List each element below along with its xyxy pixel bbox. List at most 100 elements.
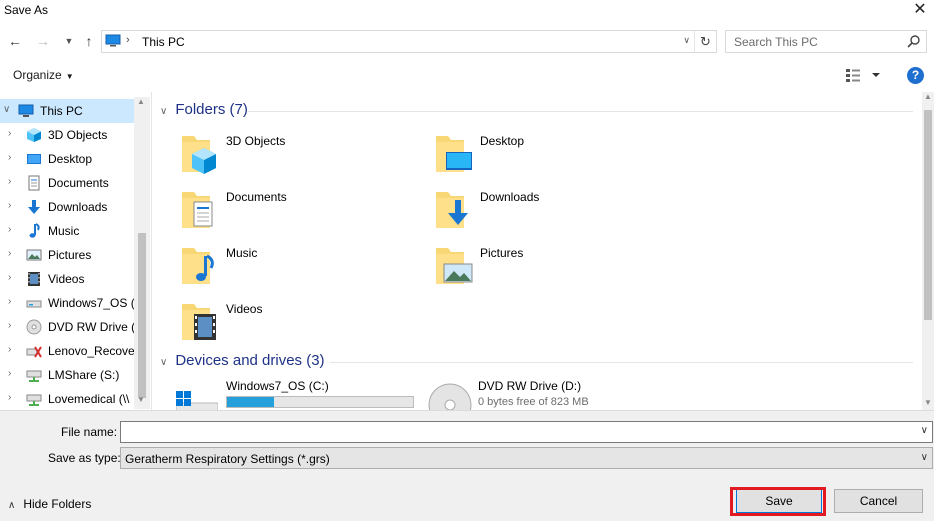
drives-group-header[interactable]: ∨ Devices and drives (3)	[160, 352, 325, 369]
scroll-up-icon[interactable]: ▲	[924, 92, 932, 101]
arrow-right-icon[interactable]: →	[34, 32, 52, 50]
folder-tile-documents[interactable]: Documents	[180, 186, 430, 236]
file-list-pane[interactable]: ∨ Folders (7) 3D Objects Desktop Document…	[152, 92, 922, 410]
drive-name: Windows7_OS (C:)	[226, 379, 329, 393]
tree-item-lmshare[interactable]: › LMShare (S:)	[0, 363, 134, 387]
save-as-type-select[interactable]: Geratherm Respiratory Settings (*.grs) ∨	[120, 447, 933, 469]
tree-item-label: Desktop	[48, 152, 93, 166]
folder-name: Documents	[226, 190, 287, 204]
chevron-right-icon[interactable]: ›	[8, 344, 18, 355]
cube-icon	[27, 128, 41, 142]
navigation-pane-scrollbar[interactable]: ▲ ▼	[134, 97, 150, 409]
chevron-right-icon[interactable]: ›	[8, 200, 18, 211]
tree-item-downloads[interactable]: › Downloads	[0, 195, 134, 219]
drive-free-space: 0 bytes free of 823 MB	[478, 396, 589, 408]
folder-tile-videos[interactable]: Videos	[180, 298, 430, 348]
folder-tile-pictures[interactable]: Pictures	[434, 242, 684, 292]
computer-icon	[18, 104, 34, 117]
folder-3d-objects-icon	[182, 136, 216, 174]
tree-item-label: Windows7_OS (C	[48, 296, 134, 310]
arrow-up-icon[interactable]: ↑	[80, 32, 98, 50]
folder-tile-3d-objects[interactable]: 3D Objects	[180, 130, 430, 180]
chevron-down-icon[interactable]: ∨	[160, 106, 167, 117]
tree-item-label: Lenovo_Recover	[48, 344, 134, 358]
folder-tile-desktop[interactable]: Desktop	[434, 130, 684, 180]
tree-item-music[interactable]: › Music	[0, 219, 134, 243]
film-icon	[28, 272, 40, 286]
navigation-pane[interactable]: ∨ This PC › 3D Objects › Desktop › Docum…	[0, 97, 150, 409]
chevron-right-icon[interactable]: ›	[8, 152, 18, 163]
organize-button[interactable]: Organize ▼	[13, 68, 74, 82]
tree-item-label: Pictures	[48, 248, 92, 262]
folder-desktop-icon	[436, 136, 472, 172]
tree-item-label: Videos	[48, 272, 85, 286]
folder-videos-icon	[182, 304, 216, 340]
chevron-right-icon[interactable]: ›	[8, 392, 18, 403]
drive-tile-windows7-os[interactable]: Windows7_OS (C:)	[176, 379, 426, 410]
chevron-down-icon[interactable]: ∨	[921, 425, 928, 436]
network-drive-icon	[26, 394, 42, 406]
arrow-left-icon[interactable]: ←	[6, 32, 24, 50]
breadcrumb-chevron-icon[interactable]: ›	[126, 34, 130, 46]
chevron-right-icon[interactable]: ›	[8, 368, 18, 379]
view-options-icon[interactable]	[845, 67, 885, 83]
tree-item-label: Lovemedical (\\	[48, 392, 130, 406]
drive-tile-dvd-rw[interactable]: DVD RW Drive (D:) 0 bytes free of 823 MB	[428, 379, 678, 410]
drives-group-title: Devices and drives (3)	[175, 352, 325, 369]
address-path[interactable]: This PC	[142, 35, 185, 49]
address-bar[interactable]: › This PC ∨ ↻	[101, 30, 717, 53]
tree-item-windows7-os[interactable]: › Windows7_OS (C	[0, 291, 134, 315]
chevron-down-icon[interactable]: ▼	[60, 32, 78, 50]
chevron-right-icon[interactable]: ›	[8, 296, 18, 307]
help-icon[interactable]: ?	[907, 67, 924, 84]
file-list-scrollbar[interactable]: ▲ ▼	[922, 92, 934, 410]
tree-item-desktop[interactable]: › Desktop	[0, 147, 134, 171]
chevron-down-icon[interactable]: ∨	[921, 452, 928, 463]
tree-item-3d-objects[interactable]: › 3D Objects	[0, 123, 134, 147]
search-box[interactable]	[725, 30, 927, 53]
folder-tile-downloads[interactable]: Downloads	[434, 186, 684, 236]
tree-item-lenovo-recovery[interactable]: › Lenovo_Recover	[0, 339, 134, 363]
close-icon[interactable]: ✕	[910, 0, 930, 20]
tree-item-videos[interactable]: › Videos	[0, 267, 134, 291]
music-note-icon	[29, 223, 40, 238]
document-icon	[28, 175, 40, 191]
file-name-label: File name:	[61, 425, 118, 439]
scrollbar-thumb[interactable]	[924, 110, 932, 320]
tree-item-label: 3D Objects	[48, 128, 108, 142]
folder-tile-music[interactable]: Music	[180, 242, 430, 292]
file-name-combobox[interactable]: ∨	[120, 421, 933, 443]
file-name-input[interactable]	[121, 422, 911, 442]
tree-item-this-pc[interactable]: ∨ This PC	[0, 99, 134, 123]
search-icon[interactable]	[907, 34, 921, 48]
tree-item-lovemedical[interactable]: › Lovemedical (\\	[0, 387, 134, 409]
search-input[interactable]	[726, 31, 901, 52]
chevron-right-icon[interactable]: ›	[8, 224, 18, 235]
chevron-down-icon: ▼	[65, 72, 74, 81]
tree-item-pictures[interactable]: › Pictures	[0, 243, 134, 267]
desktop-icon	[27, 154, 41, 164]
scroll-up-icon[interactable]: ▲	[137, 97, 145, 106]
chevron-down-icon[interactable]: ∨	[160, 357, 167, 368]
folder-downloads-icon	[436, 192, 468, 228]
tree-item-documents[interactable]: › Documents	[0, 171, 134, 195]
cancel-button[interactable]: Cancel	[834, 489, 923, 513]
scrollbar-thumb[interactable]	[138, 233, 146, 398]
address-dropdown-icon[interactable]: ∨	[683, 35, 690, 46]
chevron-down-icon[interactable]: ∨	[3, 104, 13, 115]
chevron-right-icon[interactable]: ›	[8, 248, 18, 259]
chevron-right-icon[interactable]: ›	[8, 128, 18, 139]
refresh-icon[interactable]: ↻	[694, 31, 716, 52]
scroll-down-icon[interactable]: ▼	[924, 398, 932, 407]
folders-group-header[interactable]: ∨ Folders (7)	[160, 101, 248, 118]
tree-item-label: LMShare (S:)	[48, 368, 120, 382]
chevron-right-icon[interactable]: ›	[8, 272, 18, 283]
folder-name: Pictures	[480, 246, 524, 260]
chevron-right-icon[interactable]: ›	[8, 176, 18, 187]
tree-item-label: Documents	[48, 176, 109, 190]
chevron-right-icon[interactable]: ›	[8, 320, 18, 331]
drive-usage-fill	[227, 397, 274, 407]
tree-item-dvd-rw[interactable]: › DVD RW Drive (D	[0, 315, 134, 339]
hide-folders-button[interactable]: ∧ Hide Folders	[8, 497, 91, 511]
scroll-down-icon[interactable]: ▼	[137, 395, 145, 404]
